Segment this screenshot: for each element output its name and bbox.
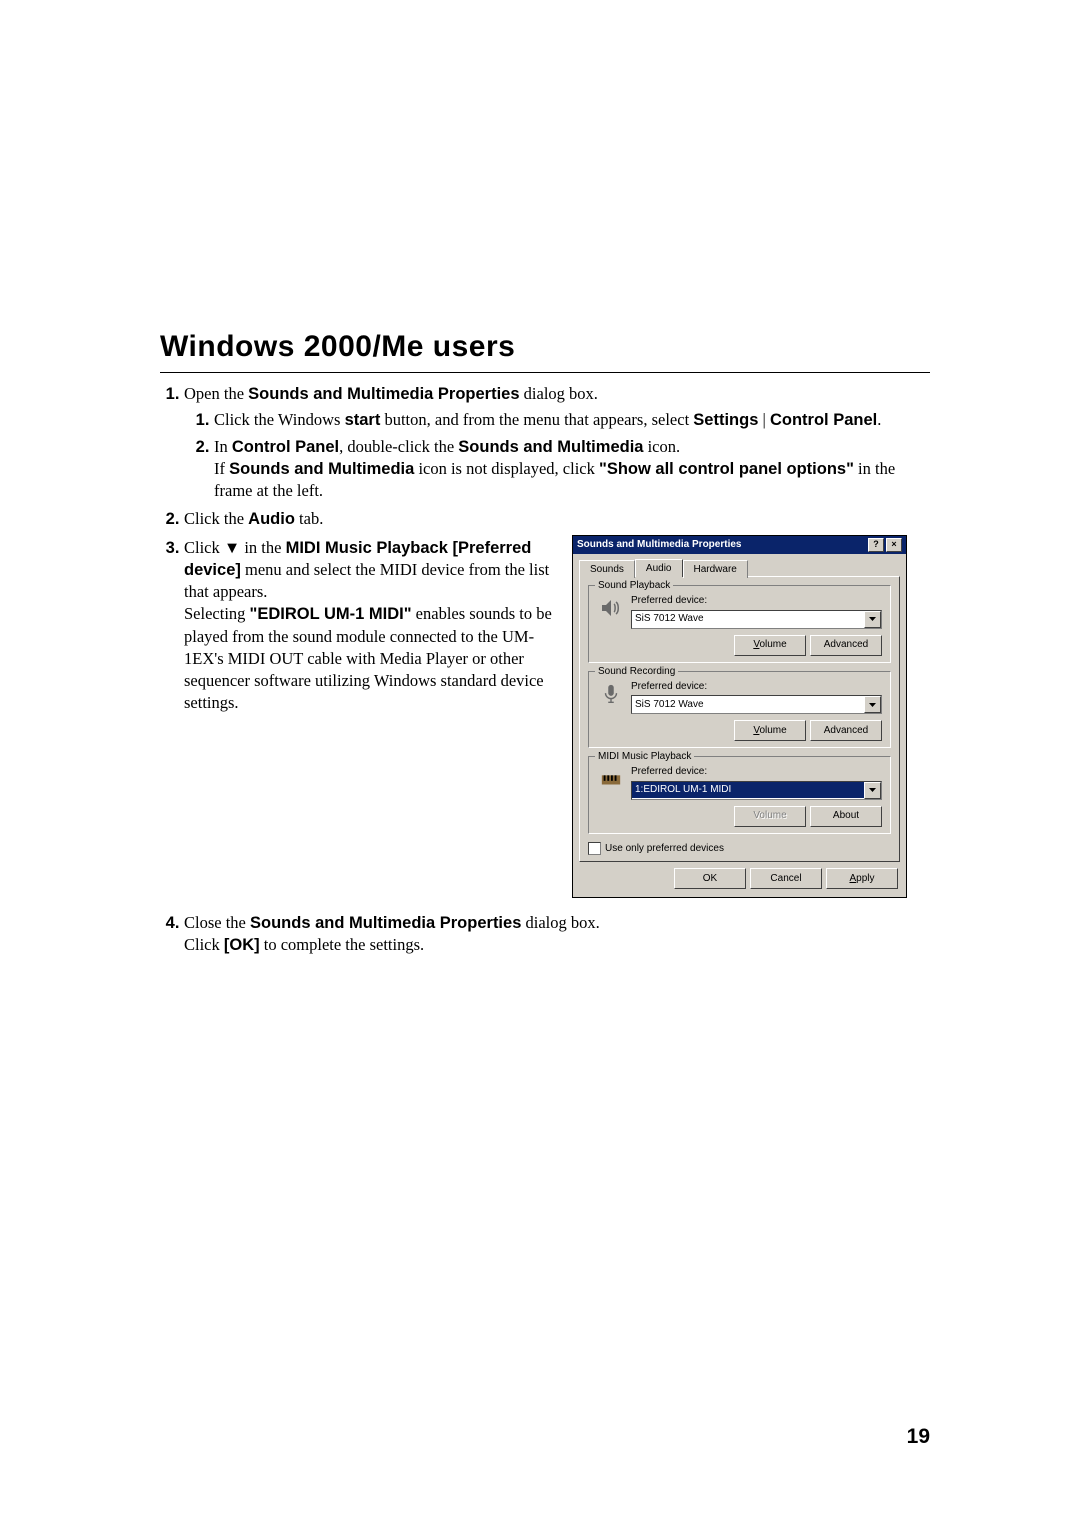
group-midi-playback: MIDI Music Playback Preferred device: 1:… bbox=[588, 756, 891, 834]
bold: Settings bbox=[693, 411, 758, 429]
text: dialog box. bbox=[520, 384, 598, 403]
bold: Sounds and Multimedia bbox=[229, 460, 414, 478]
substep-1-2: In Control Panel, double-click the Sound… bbox=[214, 436, 930, 503]
bold: Audio bbox=[248, 510, 295, 528]
dropdown-value: SiS 7012 Wave bbox=[632, 611, 864, 627]
dialog-tabs: Sounds Audio Hardware bbox=[573, 554, 906, 577]
dropdown-value: SiS 7012 Wave bbox=[632, 697, 864, 713]
preferred-device-label: Preferred device: bbox=[631, 594, 882, 608]
group-legend: MIDI Music Playback bbox=[595, 750, 694, 764]
heading-rule bbox=[160, 372, 930, 373]
tab-panel-audio: Sound Playback Preferred device: SiS 701… bbox=[579, 576, 900, 862]
btn-label: Advanced bbox=[824, 724, 868, 738]
group-legend: Sound Recording bbox=[595, 665, 678, 679]
group-sound-recording: Sound Recording Preferred device: SiS 70… bbox=[588, 671, 891, 749]
text: Click the bbox=[184, 509, 248, 528]
step-2: Click the Audio tab. bbox=[184, 508, 930, 530]
bold: start bbox=[345, 411, 381, 429]
apply-button[interactable]: Apply bbox=[826, 868, 898, 889]
step-3: Click ▼ in the MIDI Music Playback [Pref… bbox=[184, 537, 930, 899]
group-legend: Sound Playback bbox=[595, 579, 673, 593]
substep-1-1: Click the Windows start button, and from… bbox=[214, 409, 930, 431]
bold: Sounds and Multimedia Properties bbox=[250, 914, 521, 932]
text: In bbox=[214, 437, 232, 456]
bold: "Show all control panel options" bbox=[599, 460, 854, 478]
text: tab. bbox=[295, 509, 323, 528]
bold: Control Panel bbox=[232, 438, 339, 456]
bold: Sounds and Multimedia bbox=[458, 438, 643, 456]
text: If bbox=[214, 459, 229, 478]
midi-device-dropdown[interactable]: 1:EDIROL UM-1 MIDI bbox=[631, 781, 882, 800]
step-3-text: Click ▼ in the MIDI Music Playback [Pref… bbox=[184, 537, 554, 715]
group-sound-playback: Sound Playback Preferred device: SiS 701… bbox=[588, 585, 891, 663]
text: dialog box. bbox=[521, 913, 599, 932]
playback-device-dropdown[interactable]: SiS 7012 Wave bbox=[631, 610, 882, 629]
section-heading: Windows 2000/Me users bbox=[160, 330, 930, 364]
text: Click ▼ in the bbox=[184, 538, 286, 557]
bold: Sounds and Multimedia Properties bbox=[248, 385, 519, 403]
text: Click bbox=[184, 935, 224, 954]
close-icon[interactable]: × bbox=[886, 538, 902, 552]
bold: Control Panel bbox=[770, 411, 877, 429]
btn-rest: pply bbox=[856, 872, 874, 886]
bold: "EDIROL UM-1 MIDI" bbox=[250, 605, 412, 623]
tab-audio[interactable]: Audio bbox=[635, 559, 683, 578]
dropdown-value: 1:EDIROL UM-1 MIDI bbox=[632, 782, 864, 798]
text: icon is not displayed, click bbox=[414, 459, 599, 478]
about-button[interactable]: About bbox=[810, 806, 882, 827]
use-only-preferred-row: Use only preferred devices bbox=[588, 842, 891, 856]
text: to complete the settings. bbox=[260, 935, 425, 954]
text: Click the Windows bbox=[214, 410, 345, 429]
page-content: Windows 2000/Me users Open the Sounds an… bbox=[160, 330, 930, 963]
substeps-list: Click the Windows start button, and from… bbox=[184, 409, 930, 502]
btn-rest: olume bbox=[759, 639, 786, 650]
use-only-preferred-checkbox[interactable] bbox=[588, 842, 601, 855]
dialog-title: Sounds and Multimedia Properties bbox=[577, 538, 741, 552]
text: . bbox=[877, 410, 881, 429]
microphone-icon bbox=[597, 680, 625, 708]
lbl-rest: se only preferred devices bbox=[612, 843, 724, 854]
btn-label: Advanced bbox=[824, 638, 868, 652]
chevron-down-icon[interactable] bbox=[864, 782, 881, 799]
preferred-device-label: Preferred device: bbox=[631, 680, 882, 694]
btn-label: About bbox=[833, 809, 859, 823]
chevron-down-icon[interactable] bbox=[864, 696, 881, 713]
tab-sounds[interactable]: Sounds bbox=[579, 560, 635, 579]
midi-icon bbox=[597, 765, 625, 793]
tab-hardware[interactable]: Hardware bbox=[683, 560, 748, 579]
step-4: Close the Sounds and Multimedia Properti… bbox=[184, 912, 930, 957]
bold: [OK] bbox=[224, 936, 260, 954]
page-number: 19 bbox=[907, 1425, 930, 1449]
dialog-buttons: OK Cancel Apply bbox=[573, 868, 906, 897]
text: icon. bbox=[643, 437, 680, 456]
volume-button[interactable]: Volume bbox=[734, 635, 806, 656]
dialog-titlebar[interactable]: Sounds and Multimedia Properties ? × bbox=[573, 536, 906, 554]
cancel-button[interactable]: Cancel bbox=[750, 868, 822, 889]
ok-button[interactable]: OK bbox=[674, 868, 746, 889]
help-icon[interactable]: ? bbox=[868, 538, 884, 552]
btn-label: Volume bbox=[753, 809, 786, 823]
properties-dialog: Sounds and Multimedia Properties ? × Sou… bbox=[572, 535, 907, 899]
text: | bbox=[758, 410, 770, 429]
text: , double-click the bbox=[339, 437, 458, 456]
speaker-icon bbox=[597, 594, 625, 622]
use-only-preferred-label: Use only preferred devices bbox=[605, 842, 724, 856]
preferred-device-label: Preferred device: bbox=[631, 765, 882, 779]
volume-button[interactable]: Volume bbox=[734, 720, 806, 741]
volume-button-disabled: Volume bbox=[734, 806, 806, 827]
text: button, and from the menu that appears, … bbox=[380, 410, 693, 429]
chevron-down-icon[interactable] bbox=[864, 611, 881, 628]
text: Open the bbox=[184, 384, 248, 403]
text: Selecting bbox=[184, 604, 250, 623]
steps-list: Open the Sounds and Multimedia Propertie… bbox=[160, 383, 930, 957]
btn-rest: olume bbox=[759, 725, 786, 736]
recording-device-dropdown[interactable]: SiS 7012 Wave bbox=[631, 695, 882, 714]
step-1: Open the Sounds and Multimedia Propertie… bbox=[184, 383, 930, 502]
advanced-button[interactable]: Advanced bbox=[810, 720, 882, 741]
advanced-button[interactable]: Advanced bbox=[810, 635, 882, 656]
text: Close the bbox=[184, 913, 250, 932]
